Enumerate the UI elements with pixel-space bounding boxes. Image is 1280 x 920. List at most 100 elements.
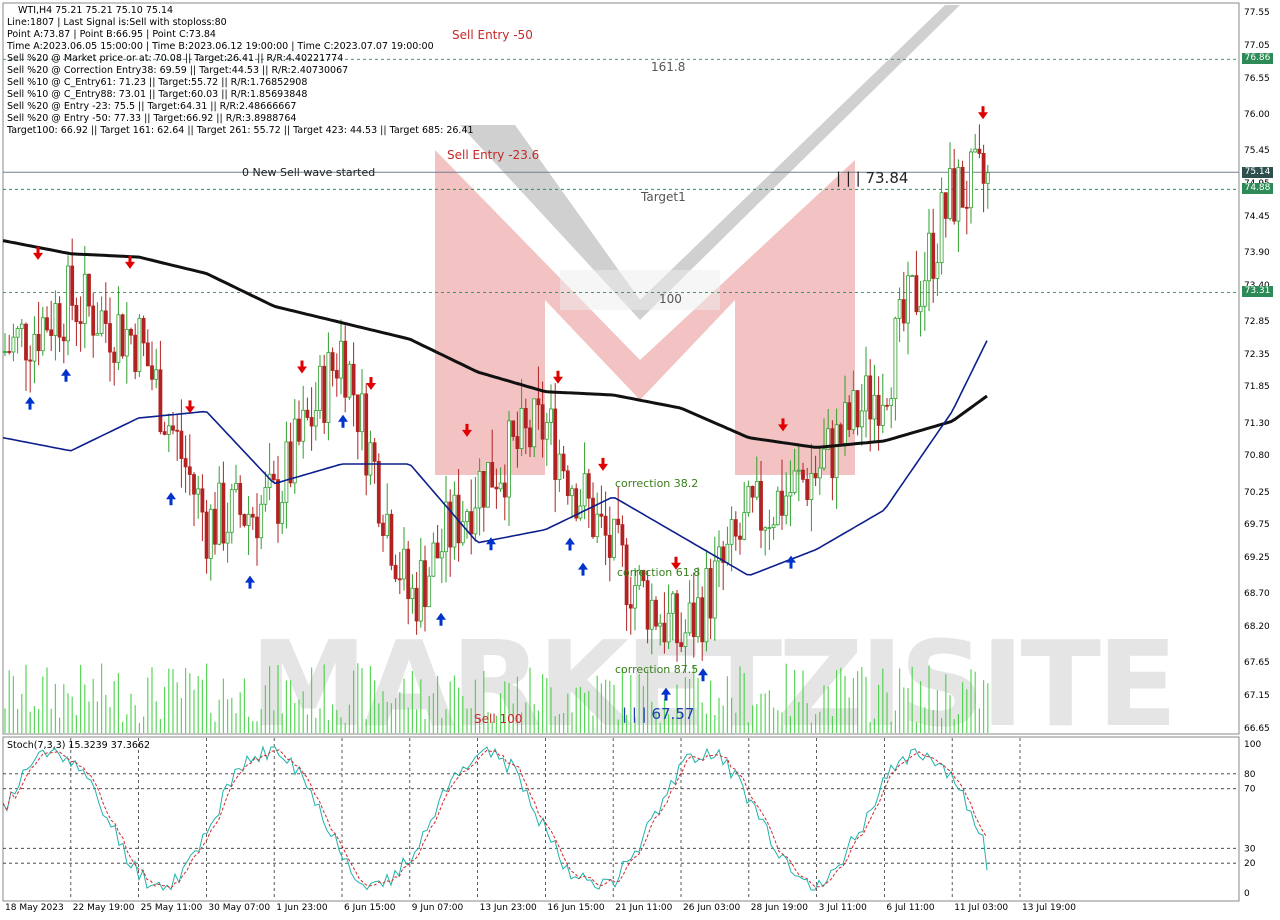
candle-body	[309, 417, 314, 427]
candle-body	[645, 580, 650, 630]
candle-body	[53, 303, 58, 336]
stochastic-tick: 80	[1244, 770, 1256, 780]
candle-body	[834, 424, 839, 479]
candle-body	[536, 398, 541, 406]
candle-body	[481, 470, 486, 508]
candle-body	[582, 473, 587, 507]
candle-body	[368, 442, 373, 476]
candle-body	[864, 375, 868, 412]
candle-body	[347, 363, 352, 398]
candle-body	[376, 460, 381, 524]
candle-body	[19, 323, 24, 329]
info-line: Sell %20 @ Market price or at: 70.08 || …	[7, 53, 344, 64]
price-tick: 66.65	[1244, 724, 1270, 734]
new-wave-label: 0 New Sell wave started	[242, 166, 376, 179]
candle-body	[364, 393, 369, 476]
candle-body	[490, 462, 495, 488]
price-chart[interactable]: MARKETZISITE 100 80 70 30 20 0	[0, 0, 1280, 920]
candle-body	[414, 587, 419, 622]
candle-body	[431, 542, 436, 577]
watermark-text: MARKETZISITE	[250, 615, 1174, 753]
candle-body	[838, 424, 843, 444]
correction-382-label: correction 38.2	[615, 477, 699, 490]
stochastic-levels	[3, 773, 1239, 864]
candle-body	[901, 299, 906, 324]
candle-body	[931, 232, 936, 279]
price-tick: 76.00	[1244, 109, 1270, 120]
candle-body	[385, 513, 390, 536]
price-tag-current: 75.14	[1242, 167, 1273, 178]
candle-body	[238, 483, 243, 515]
sell-arrow-icon	[185, 400, 195, 414]
candle-body	[872, 394, 877, 420]
candle-body	[889, 398, 894, 406]
sell-arrow-icon	[598, 457, 608, 471]
candle-body	[666, 612, 671, 643]
candle-body	[595, 513, 600, 538]
buy-arrow-icon	[25, 396, 35, 410]
candle-body	[712, 560, 717, 619]
stochastic-signal-line	[2, 749, 988, 889]
candle-body	[754, 480, 759, 498]
price-tick: 75.45	[1244, 145, 1270, 156]
candle-body	[15, 328, 20, 338]
candle-body	[213, 508, 217, 545]
candle-body	[729, 519, 734, 545]
candle-body	[343, 340, 348, 398]
point-c-label: | | | 73.84	[836, 169, 909, 187]
candle-body	[221, 482, 226, 544]
candle-body	[200, 488, 205, 513]
price-tag-target1: 74.88	[1242, 183, 1273, 194]
candle-body	[675, 593, 679, 644]
time-tick: 18 May 2023	[5, 903, 64, 913]
candle-body	[876, 394, 881, 426]
candle-body	[616, 518, 621, 526]
price-tick: 73.90	[1244, 247, 1270, 258]
level-100-label: 100	[659, 292, 682, 306]
candle-body	[792, 470, 797, 493]
candle-body	[288, 441, 293, 484]
price-tick: 77.05	[1244, 40, 1270, 51]
candle-body	[725, 543, 730, 563]
candle-body	[532, 398, 537, 448]
candle-body	[301, 409, 306, 442]
candle-body	[28, 359, 33, 362]
price-tick: 76.55	[1244, 73, 1270, 84]
candle-body	[393, 564, 398, 580]
candle-body	[943, 192, 948, 219]
buy-arrow-icon	[578, 562, 588, 576]
candle-body	[129, 328, 133, 336]
candle-body	[99, 310, 104, 334]
candle-body	[515, 436, 520, 449]
candle-body	[775, 490, 780, 526]
candle-body	[922, 280, 927, 307]
candle-body	[708, 568, 713, 619]
candle-body	[326, 352, 331, 423]
stochastic-label: Stoch(7,3,3) 15.3239 37.3662	[7, 740, 151, 751]
price-tick: 68.20	[1244, 622, 1270, 633]
candle-body	[540, 404, 545, 440]
candle-body	[553, 408, 558, 480]
time-tick: 26 Jun 03:00	[683, 903, 741, 913]
candle-body	[141, 318, 146, 344]
watermark-logo	[435, 5, 960, 475]
candle-body	[549, 408, 553, 423]
candle-body	[255, 516, 259, 539]
candle-body	[565, 470, 570, 497]
candle-body	[145, 342, 150, 367]
candle-body	[418, 560, 423, 622]
sell-entry-23-label: Sell Entry -23.6	[447, 148, 540, 162]
candle-body	[620, 524, 625, 546]
info-line: Target100: 66.92 || Target 161: 62.64 ||…	[7, 125, 474, 136]
candle-body	[137, 318, 142, 372]
candle-body	[880, 404, 885, 426]
candle-body	[108, 323, 112, 353]
candle-body	[410, 587, 415, 600]
candle-body	[234, 483, 238, 491]
candle-body	[599, 513, 604, 517]
candle-body	[809, 473, 814, 501]
stochastic-tick: 20	[1244, 859, 1256, 869]
candle-body	[3, 351, 7, 353]
candle-body	[259, 503, 264, 539]
candle-body	[103, 310, 108, 324]
